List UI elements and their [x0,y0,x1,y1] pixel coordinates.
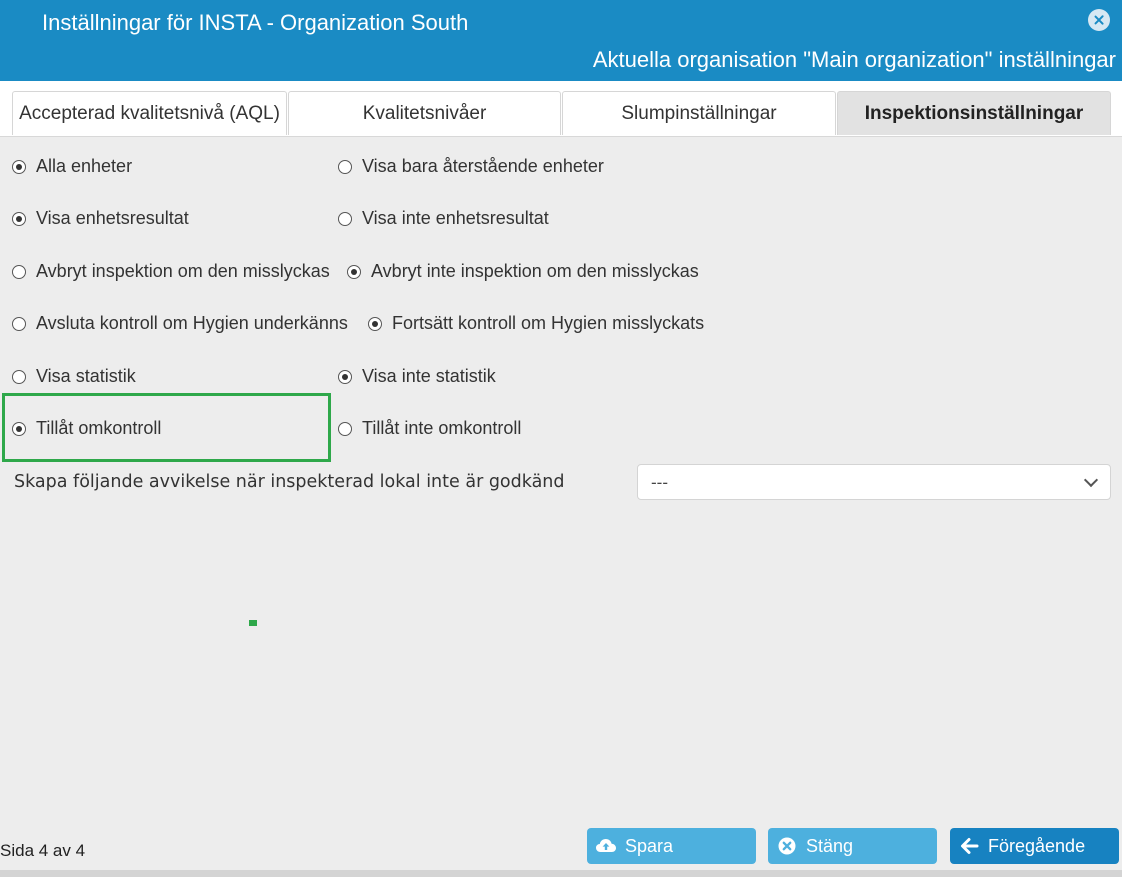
radio-checked-icon[interactable] [347,264,361,279]
arrow-left-icon [958,835,980,857]
radio-checked-icon[interactable] [12,211,26,226]
radio-abort-on-fail[interactable]: Avbryt inspektion om den misslyckas [12,261,330,282]
deviation-select-value: --- [651,473,668,492]
radio-show-statistics[interactable]: Visa statistik [12,366,136,387]
tab-random-settings[interactable]: Slumpinställningar [562,91,836,135]
radio-allow-recheck[interactable]: Tillåt omkontroll [12,418,161,439]
radio-hide-unit-results[interactable]: Visa inte enhetsresultat [338,208,549,229]
radio-unchecked-icon[interactable] [12,316,26,331]
radio-all-units[interactable]: Alla enheter [12,156,132,177]
radio-label: Avbryt inspektion om den misslyckas [36,261,330,281]
radio-remaining-units[interactable]: Visa bara återstående enheter [338,156,604,177]
radio-unchecked-icon[interactable] [12,264,26,279]
x-circle-icon [776,835,798,857]
radio-checked-icon[interactable] [368,316,382,331]
radio-label: Fortsätt kontroll om Hygien misslyckats [392,313,705,333]
radio-continue-on-hygiene-fail[interactable]: Fortsätt kontroll om Hygien misslyckats [368,313,704,334]
radio-label: Tillåt inte omkontroll [362,418,522,438]
chevron-down-icon [1083,472,1099,488]
save-label: Spara [625,835,674,856]
tab-quality-levels[interactable]: Kvalitetsnivåer [288,91,561,135]
previous-button[interactable]: Föregående [950,828,1119,864]
radio-label: Visa statistik [36,366,136,386]
radio-disallow-recheck[interactable]: Tillåt inte omkontroll [338,418,521,439]
radio-label: Avbryt inte inspektion om den misslyckas [371,261,699,281]
radio-hide-statistics[interactable]: Visa inte statistik [338,366,496,387]
radio-label: Visa enhetsresultat [36,208,189,228]
deviation-label: Skapa följande avvikelse när inspekterad… [14,472,565,492]
radio-checked-icon[interactable] [12,421,26,436]
radio-label: Avsluta kontroll om Hygien underkänns [36,313,348,333]
radio-label: Visa inte statistik [362,366,496,386]
save-button[interactable]: Spara [587,828,756,864]
bottom-edge [0,870,1122,877]
radio-show-unit-results[interactable]: Visa enhetsresultat [12,208,189,229]
cloud-upload-icon [595,835,617,857]
radio-checked-icon[interactable] [12,159,26,174]
close-label: Stäng [806,835,854,856]
radio-label: Alla enheter [36,156,133,176]
deviation-select[interactable]: --- [637,464,1111,500]
radio-label: Visa inte enhetsresultat [362,208,549,228]
radio-unchecked-icon[interactable] [338,211,352,226]
tab-bar: Accepterad kvalitetsnivå (AQL) Kvalitets… [0,81,1122,137]
radio-dont-abort-on-fail[interactable]: Avbryt inte inspektion om den misslyckas [347,261,699,282]
dialog-title: Inställningar för INSTA - Organization S… [42,10,469,35]
radio-unchecked-icon[interactable] [12,369,26,384]
radio-unchecked-icon[interactable] [338,159,352,174]
radio-checked-icon[interactable] [338,369,352,384]
annotation-marker [249,620,257,626]
close-circle-icon[interactable] [1088,9,1110,31]
radio-label: Visa bara återstående enheter [362,156,604,176]
close-button[interactable]: Stäng [768,828,937,864]
tab-inspection-settings[interactable]: Inspektionsinställningar [837,91,1111,135]
dialog-header: Inställningar för INSTA - Organization S… [0,0,1122,81]
radio-label: Tillåt omkontroll [36,418,162,438]
radio-unchecked-icon[interactable] [338,421,352,436]
previous-label: Föregående [988,835,1086,856]
page-indicator: Sida 4 av 4 [0,841,86,860]
radio-end-on-hygiene-fail[interactable]: Avsluta kontroll om Hygien underkänns [12,313,348,334]
tab-aql[interactable]: Accepterad kvalitetsnivå (AQL) [12,91,287,135]
settings-panel [0,137,1122,877]
dialog-subtitle: Aktuella organisation "Main organization… [592,47,1116,72]
